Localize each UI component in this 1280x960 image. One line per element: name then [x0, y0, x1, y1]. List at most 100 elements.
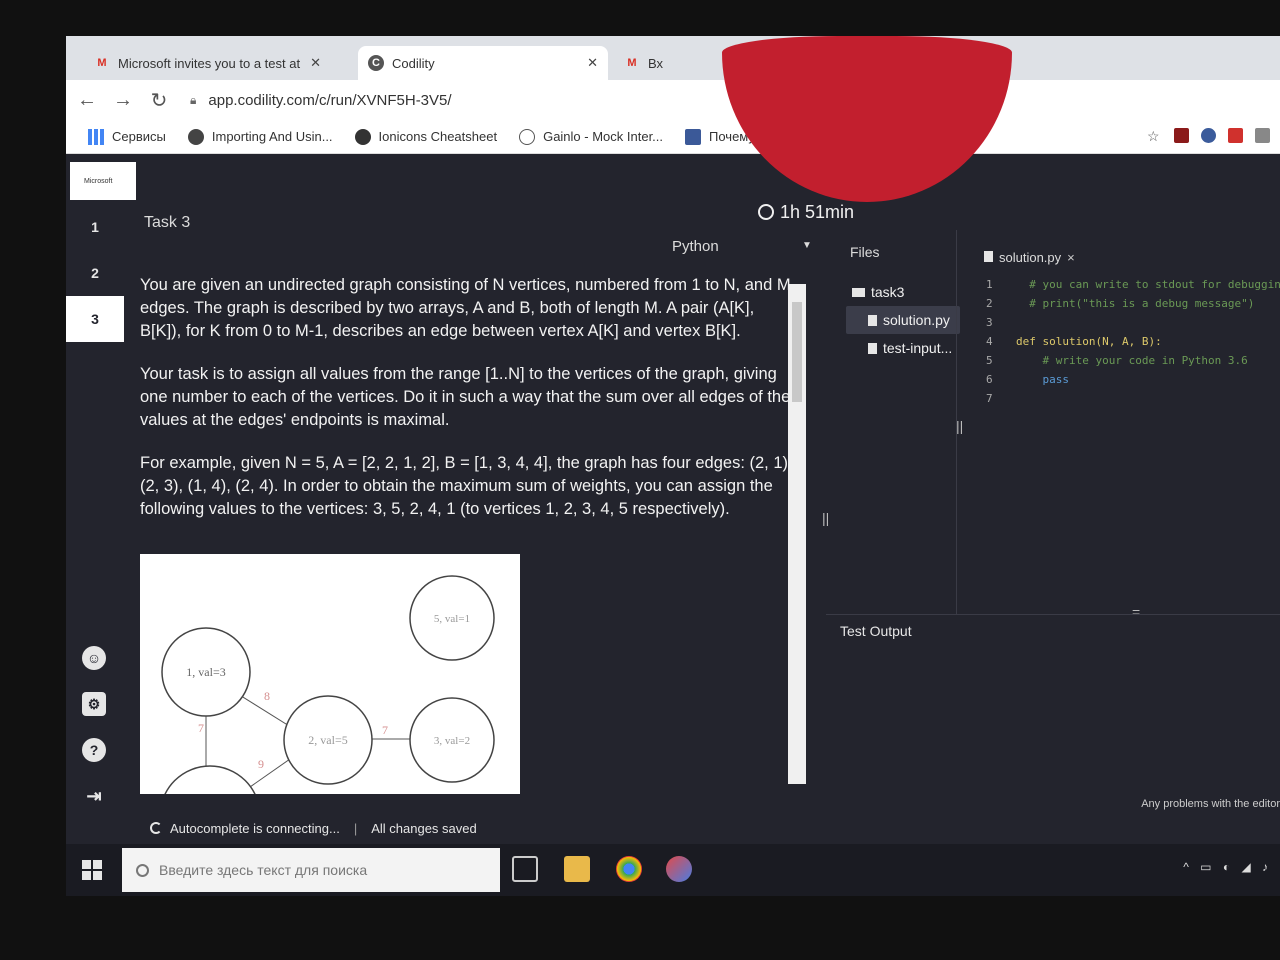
file-solution[interactable]: solution.py	[846, 306, 960, 334]
taskbar-search-input[interactable]: Введите здесь текст для поиска	[122, 848, 500, 892]
tab-gmail-inbox[interactable]: M Вх	[614, 46, 714, 80]
status-separator: |	[353, 820, 358, 836]
gear-icon[interactable]: ⚙	[82, 692, 106, 716]
folder-task3[interactable]: task3	[846, 278, 960, 306]
codility-icon: C	[368, 55, 384, 71]
file-label: solution.py	[883, 312, 950, 328]
line-number: 4	[986, 335, 993, 348]
file-explorer-icon[interactable]	[564, 856, 590, 882]
line-number: 6	[986, 373, 993, 386]
bookmark-services[interactable]: Сервисы	[88, 128, 166, 145]
code-text: pass	[1016, 373, 1069, 386]
extension-icon[interactable]	[1255, 128, 1270, 143]
task-description: You are given an undirected graph consis…	[140, 274, 800, 541]
back-icon[interactable]: ←	[72, 89, 102, 112]
graph-figure: 5, val=1 1, val=3 2, val=5 3, val=2 8 7 …	[140, 554, 520, 794]
browser-toolbar: ← → ↻ 🔒︎ app.codility.com/c/run/XVNF5H-3…	[66, 80, 1280, 120]
windows-start-icon[interactable]	[82, 860, 102, 880]
tab-codility[interactable]: C Codility ✕	[358, 46, 608, 80]
pane-splitter[interactable]: ||	[956, 418, 963, 434]
node-label: 3, val=2	[434, 735, 470, 747]
chevron-down-icon[interactable]: ▼	[802, 240, 812, 251]
lock-icon: 🔒︎	[190, 92, 197, 107]
close-icon[interactable]: ✕	[310, 55, 321, 71]
task-nav-2[interactable]: 2	[66, 250, 124, 296]
editor-tab-solution[interactable]: solution.py ×	[984, 250, 1075, 265]
file-label: test-input...	[883, 340, 953, 356]
file-tree: task3 solution.py test-input...	[846, 278, 960, 362]
tab-label: Microsoft invites you to a test at	[118, 55, 301, 71]
logout-icon[interactable]: ⇥	[82, 784, 106, 808]
code-editor[interactable]: 1 # you can write to stdout for debuggin…	[986, 278, 1280, 411]
apps-grid-icon	[88, 128, 104, 145]
accessibility-icon[interactable]: ☺	[82, 646, 106, 670]
app-icon[interactable]	[666, 856, 692, 882]
test-output-panel: Test Output	[826, 614, 1280, 794]
pane-splitter[interactable]: ||	[822, 510, 829, 526]
bookmark-label: Importing And Usin...	[211, 129, 333, 144]
code-line: 4 def solution(N, A, B):	[986, 335, 1280, 354]
code-line: 6 pass	[986, 373, 1280, 392]
task-view-icon[interactable]	[512, 856, 538, 882]
bookmark-label: Сервисы	[112, 129, 166, 144]
star-icon[interactable]: ☆	[1147, 128, 1162, 144]
gmail-icon: M	[627, 57, 637, 69]
bookmark-gainlo[interactable]: Gainlo - Mock Inter...	[519, 128, 664, 145]
extensions-area: ☆	[1147, 128, 1270, 144]
language-select[interactable]: Python	[672, 238, 719, 255]
line-number: 1	[986, 278, 993, 291]
bookmark-importing[interactable]: Importing And Usin...	[187, 128, 333, 145]
timer: 1h 51min	[758, 202, 854, 223]
task-title: Task 3	[144, 214, 191, 231]
code-text: # print("this is a debug message")	[1016, 297, 1255, 310]
task-nav-3[interactable]: 3	[66, 296, 124, 342]
file-icon	[868, 314, 877, 326]
clock-icon	[758, 204, 774, 220]
bookmark-label: Ionicons Cheatsheet	[378, 129, 498, 144]
scrollbar-thumb[interactable]	[792, 302, 802, 402]
code-text: # you can write to stdout for debugging	[1016, 278, 1280, 291]
codility-app: Microsoft 1 2 3 ☺ ⚙ ? ⇥ Task 3 1h 51min …	[66, 154, 1280, 896]
problems-link[interactable]: Any problems with the editor	[1141, 798, 1280, 810]
chrome-icon[interactable]	[616, 856, 642, 882]
gainlo-icon	[519, 128, 536, 145]
files-heading: Files	[850, 244, 880, 260]
tab-gmail-invite[interactable]: M Microsoft invites you to a test at ✕	[84, 46, 354, 80]
extension-icon[interactable]	[1201, 128, 1216, 143]
line-number: 3	[986, 316, 993, 329]
task-nav-1[interactable]: 1	[66, 204, 124, 250]
company-logo: Microsoft	[70, 162, 136, 200]
code-text: def solution(N, A, B):	[1016, 335, 1162, 348]
code-text: # write your code in Python 3.6	[1016, 354, 1248, 367]
tab-bar: M Microsoft invites you to a test at ✕ C…	[66, 36, 1280, 80]
windows-taskbar: Введите здесь текст для поиска ^ ▭ ◐ ◢ ♪	[66, 844, 1280, 896]
help-icon[interactable]: ?	[82, 738, 106, 762]
description-scrollbar[interactable]	[788, 284, 806, 784]
reload-icon[interactable]: ↻	[144, 88, 174, 113]
description-paragraph: For example, given N = 5, A = [2, 2, 1, …	[140, 454, 793, 518]
code-line: 2 # print("this is a debug message")	[986, 297, 1280, 316]
save-status: All changes saved	[371, 820, 477, 836]
extension-icon[interactable]	[1228, 128, 1243, 143]
edge-label: 7	[382, 723, 388, 737]
line-number: 7	[986, 392, 993, 405]
description-paragraph: Your task is to assign all values from t…	[140, 365, 791, 429]
files-divider	[956, 230, 957, 614]
forward-icon[interactable]: →	[108, 89, 138, 112]
search-placeholder: Введите здесь текст для поиска	[159, 862, 368, 878]
site-icon	[187, 128, 204, 145]
spinner-icon	[150, 822, 162, 834]
file-test-input[interactable]: test-input...	[846, 334, 960, 362]
code-line: 1 # you can write to stdout for debuggin…	[986, 278, 1280, 297]
node-label: 1, val=3	[186, 665, 225, 679]
extension-icon[interactable]	[1174, 128, 1189, 143]
close-icon[interactable]: ×	[1067, 250, 1075, 265]
task-nav: 1 2 3 ☺ ⚙ ? ⇥	[66, 204, 124, 806]
screen: M Microsoft invites you to a test at ✕ C…	[66, 36, 1280, 896]
edge-label: 9	[258, 757, 264, 771]
bookmark-label: Gainlo - Mock Inter...	[543, 129, 664, 144]
logo-text: Microsoft	[84, 177, 113, 185]
bookmark-ionicons[interactable]: Ionicons Cheatsheet	[354, 128, 498, 145]
close-icon[interactable]: ✕	[587, 55, 598, 71]
system-tray[interactable]: ^ ▭ ◐ ◢ ♪	[1183, 860, 1272, 874]
